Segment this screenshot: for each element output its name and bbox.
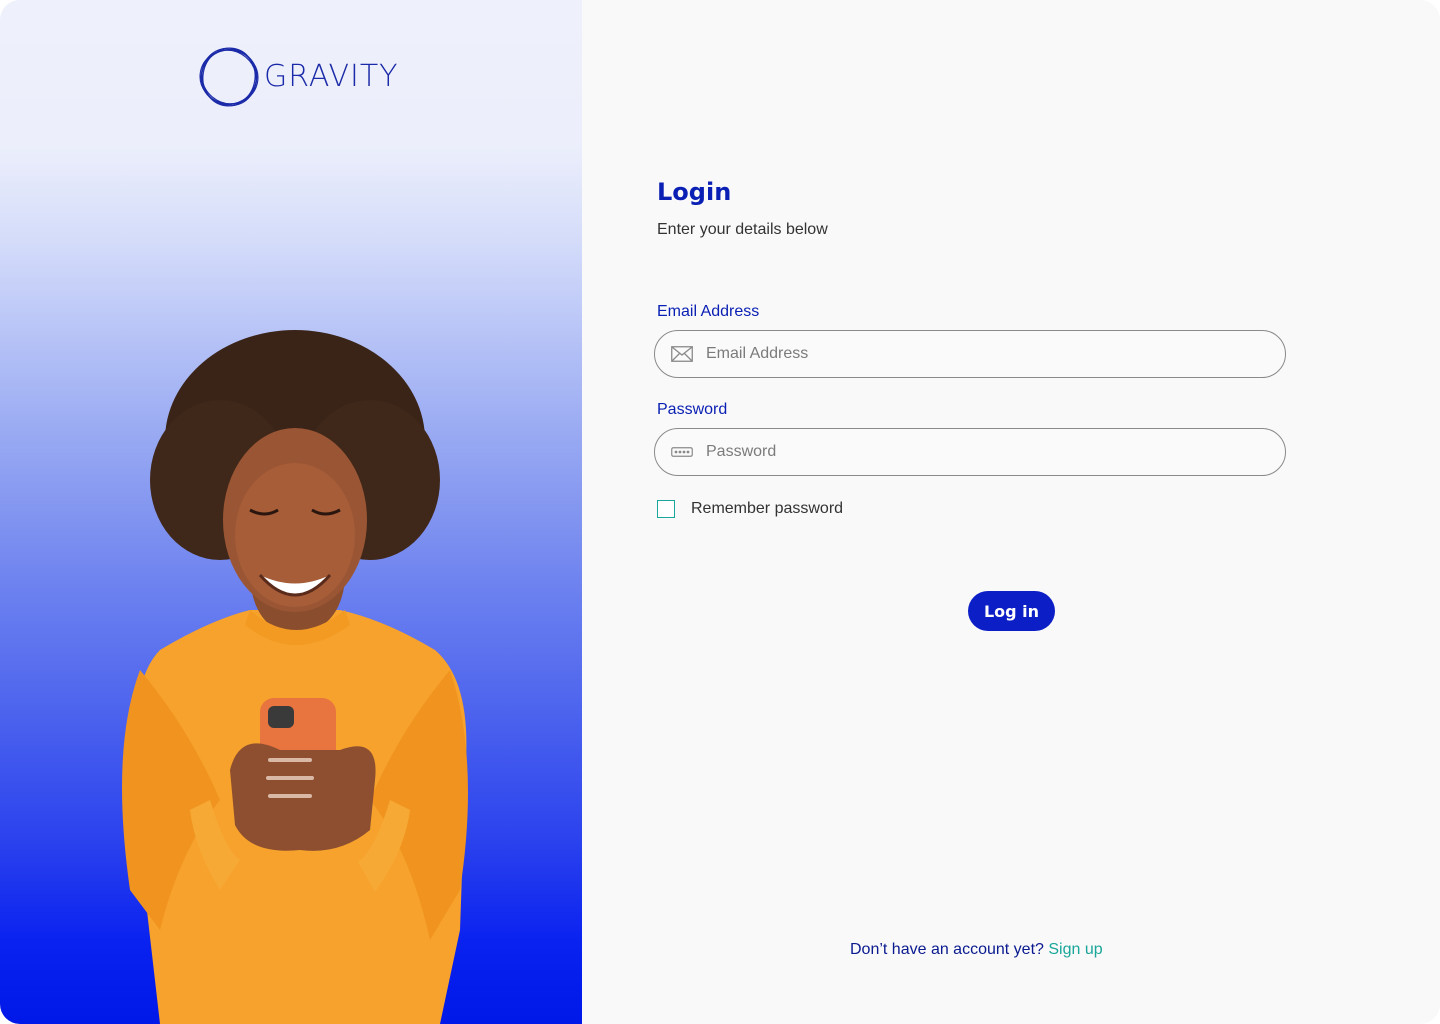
login-screen: GRAVITY Login Enter your details below E… — [0, 0, 1440, 1024]
password-field-wrapper[interactable] — [654, 428, 1286, 476]
brand-name: GRAVITY — [264, 59, 399, 94]
signup-prompt: Don’t have an account yet? Sign up — [850, 941, 1103, 959]
page-title: Login — [657, 178, 732, 206]
remember-password-checkbox[interactable] — [657, 500, 675, 518]
signup-prompt-text: Don’t have an account yet? — [850, 941, 1044, 958]
login-button[interactable]: Log in — [968, 591, 1055, 631]
email-label: Email Address — [657, 303, 760, 320]
hero-photo — [122, 330, 468, 1024]
remember-password-row[interactable]: Remember password — [657, 500, 843, 518]
orbit-rings-logo-icon — [199, 47, 259, 107]
password-input[interactable] — [706, 432, 1266, 472]
password-label: Password — [657, 401, 728, 418]
envelope-icon — [670, 342, 694, 366]
password-dots-icon — [670, 440, 694, 464]
brand-logo: GRAVITY — [198, 46, 399, 108]
page-subtitle: Enter your details below — [657, 221, 828, 238]
remember-password-label: Remember password — [691, 500, 844, 517]
login-panel: Login Enter your details below Email Add… — [582, 0, 1440, 1024]
email-field-wrapper[interactable] — [654, 330, 1286, 378]
signup-link[interactable]: Sign up — [1048, 941, 1102, 958]
email-input[interactable] — [706, 334, 1266, 374]
hero-panel: GRAVITY — [0, 0, 582, 1024]
